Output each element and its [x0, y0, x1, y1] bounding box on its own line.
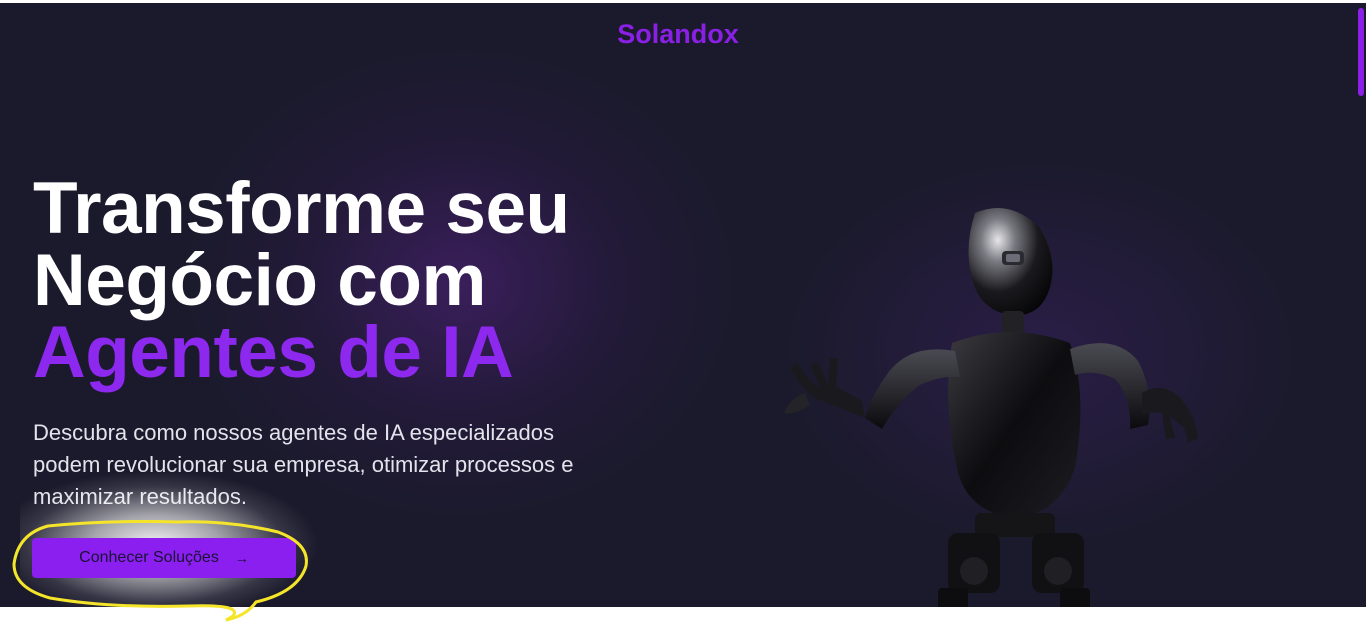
conhecer-solucoes-button[interactable]: Conhecer Soluções →: [32, 538, 296, 578]
hero-section: Solandox Transforme seu Negócio com Agen…: [0, 3, 1356, 607]
headline-line-1: Transforme seu: [33, 168, 570, 249]
headline-accent: Agentes de IA: [33, 312, 514, 393]
hero-headline: Transforme seu Negócio com Agentes de IA: [33, 168, 673, 393]
robot-image: [784, 208, 1198, 607]
arrow-right-icon: →: [234, 550, 249, 566]
brand-logo[interactable]: Solandox: [0, 19, 1356, 50]
cta-label: Conhecer Soluções: [79, 549, 219, 566]
headline-line-2: Negócio com: [33, 240, 486, 321]
scrollbar-thumb[interactable]: [1358, 8, 1364, 96]
hero-subtitle: Descubra como nossos agentes de IA espec…: [33, 420, 574, 509]
